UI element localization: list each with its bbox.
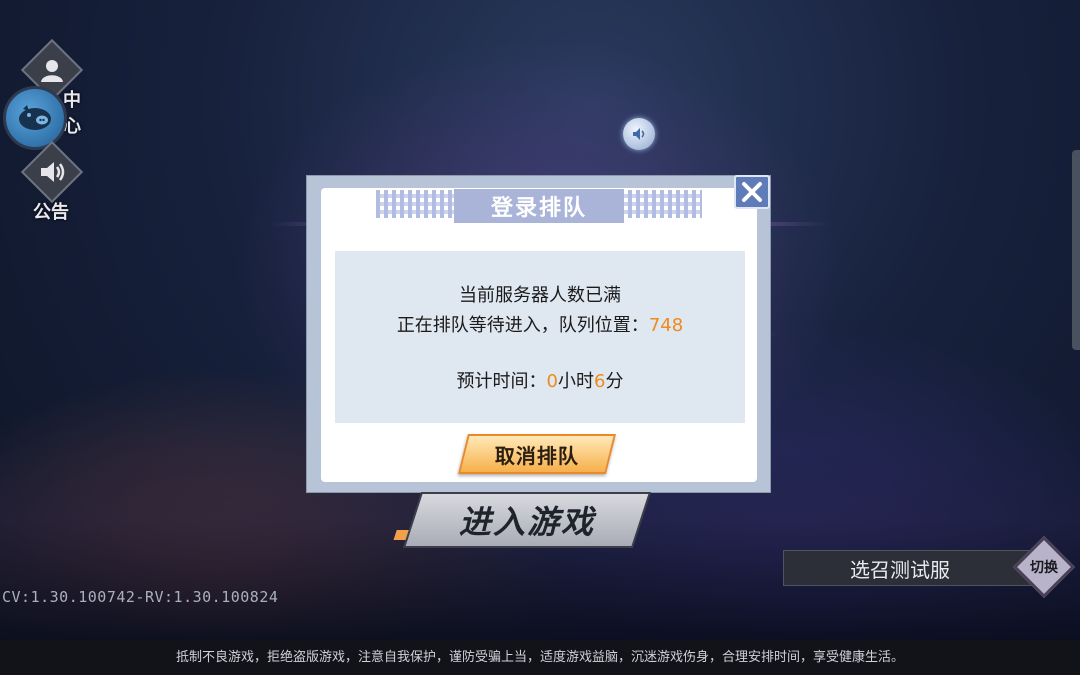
title-plate: 登录排队 (454, 189, 624, 223)
title-decoration-left (376, 190, 466, 218)
eta-hours: 0 (546, 371, 558, 392)
enter-game-label: 进入游戏 (458, 503, 595, 541)
eta-prefix: 预计时间： (456, 371, 547, 392)
notice-diamond (20, 140, 84, 204)
queue-dialog-panel: 登录排队 当前服务器人数已满 正在排队等待进入，队列位置：748 预计时间：0小… (321, 188, 757, 482)
close-button[interactable] (734, 175, 770, 209)
server-selector[interactable]: 选召测试服 (783, 550, 1047, 586)
avatar[interactable] (3, 86, 67, 150)
queue-position-value: 748 (648, 315, 684, 336)
eta-line: 预计时间：0小时6分 (335, 367, 745, 393)
edge-tab (1072, 150, 1080, 350)
sound-toggle-button[interactable] (623, 118, 655, 150)
notice-button[interactable]: 公告 (17, 140, 87, 224)
queue-dialog: 登录排队 当前服务器人数已满 正在排队等待进入，队列位置：748 预计时间：0小… (306, 175, 771, 493)
enter-game-accent (393, 530, 409, 540)
speaker-icon (41, 162, 65, 182)
dialog-title-bar: 登录排队 (376, 188, 702, 224)
server-name: 选召测试服 (850, 557, 950, 582)
health-notice-footer: 抵制不良游戏，拒绝盗版游戏，注意自我保护，谨防受骗上当，适度游戏益脑，沉迷游戏伤… (0, 640, 1080, 675)
queue-position-prefix: 正在排队等待进入，队列位置： (396, 315, 649, 336)
switch-server-label: 切换 (1030, 560, 1058, 576)
close-icon (742, 182, 762, 202)
eta-minutes: 6 (594, 371, 606, 392)
queue-message-box: 当前服务器人数已满 正在排队等待进入，队列位置：748 预计时间：0小时6分 (335, 251, 745, 423)
user-icon (41, 60, 63, 82)
eta-minutes-unit: 分 (605, 371, 624, 392)
cancel-queue-button[interactable]: 取消排队 (458, 434, 616, 474)
queue-position-line: 正在排队等待进入，队列位置：748 (335, 311, 745, 337)
server-full-text: 当前服务器人数已满 (459, 285, 621, 306)
version-text: CV:1.30.100742-RV:1.30.100824 (2, 588, 279, 606)
eta-hours-unit: 小时 (558, 371, 594, 392)
title-decoration-right (612, 190, 702, 218)
enter-game-button[interactable]: 进入游戏 (393, 492, 652, 548)
pig-avatar-icon (19, 105, 51, 130)
dialog-title: 登录排队 (490, 196, 587, 221)
sound-toggle-icon (633, 128, 645, 140)
cancel-queue-label: 取消排队 (495, 443, 579, 468)
